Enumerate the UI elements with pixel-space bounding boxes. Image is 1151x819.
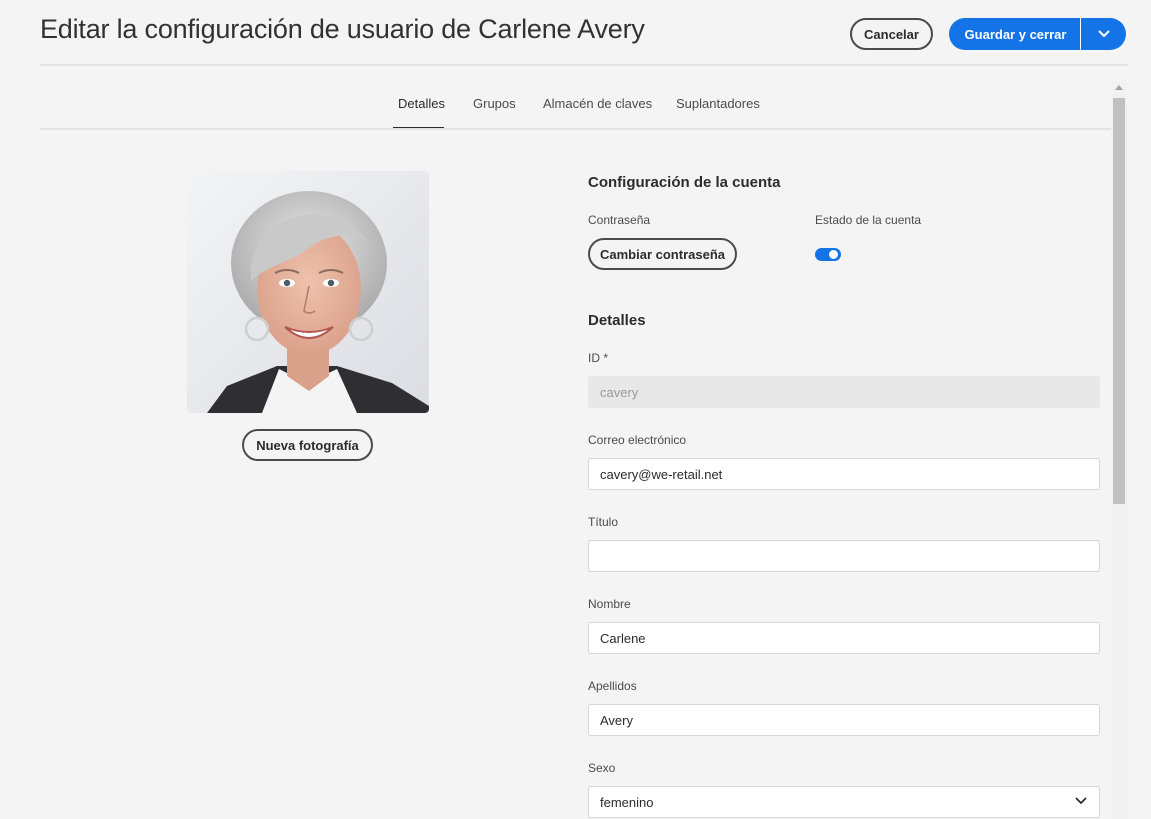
tab-suplantadores[interactable]: Suplantadores [676, 96, 760, 111]
gender-label: Sexo [588, 761, 616, 775]
id-value: cavery [600, 384, 639, 400]
email-value: cavery@we-retail.net [600, 466, 723, 482]
first-name-label: Nombre [588, 597, 631, 611]
account-status-label: Estado de la cuenta [815, 213, 922, 227]
email-field[interactable]: cavery@we-retail.net [588, 458, 1100, 490]
title-field[interactable] [588, 540, 1100, 572]
cancel-button[interactable]: Cancelar [850, 18, 933, 50]
tabs-divider [40, 128, 1111, 130]
change-password-button[interactable]: Cambiar contraseña [588, 238, 737, 270]
user-photo [187, 171, 429, 413]
id-label: ID * [588, 351, 609, 365]
details-heading: Detalles [588, 312, 646, 329]
password-label: Contraseña [588, 213, 651, 227]
scrollbar-thumb[interactable] [1113, 98, 1125, 504]
account-status-toggle[interactable] [815, 248, 841, 261]
tab-almacen-de-claves[interactable]: Almacén de claves [543, 96, 652, 111]
save-button-group: Guardar y cerrar [949, 18, 1126, 50]
chevron-down-icon [1098, 30, 1109, 37]
chevron-down-icon [1075, 797, 1087, 804]
user-portrait-image [187, 171, 429, 413]
toggle-knob [829, 250, 838, 259]
last-name-value: Avery [600, 712, 633, 728]
header-divider [40, 64, 1128, 66]
page-title: Editar la configuración de usuario de Ca… [40, 14, 645, 44]
tab-bar: Detalles Grupos Almacén de claves Suplan… [0, 90, 1111, 130]
email-label: Correo electrónico [588, 433, 687, 447]
first-name-field[interactable]: Carlene [588, 622, 1100, 654]
tab-detalles[interactable]: Detalles [398, 96, 445, 111]
first-name-value: Carlene [600, 630, 646, 646]
last-name-field[interactable]: Avery [588, 704, 1100, 736]
gender-value: femenino [600, 794, 654, 810]
scrollbar[interactable] [1111, 82, 1127, 819]
scroll-up-arrow-icon[interactable] [1115, 85, 1123, 90]
tab-grupos[interactable]: Grupos [473, 96, 516, 111]
last-name-label: Apellidos [588, 679, 637, 693]
account-settings-heading: Configuración de la cuenta [588, 174, 781, 191]
save-options-dropdown-button[interactable] [1081, 18, 1126, 50]
save-and-close-button[interactable]: Guardar y cerrar [949, 18, 1080, 50]
gender-select[interactable]: femenino [588, 786, 1100, 818]
id-field: cavery [588, 376, 1100, 408]
title-label: Título [588, 515, 619, 529]
new-photo-button[interactable]: Nueva fotografía [242, 429, 373, 461]
